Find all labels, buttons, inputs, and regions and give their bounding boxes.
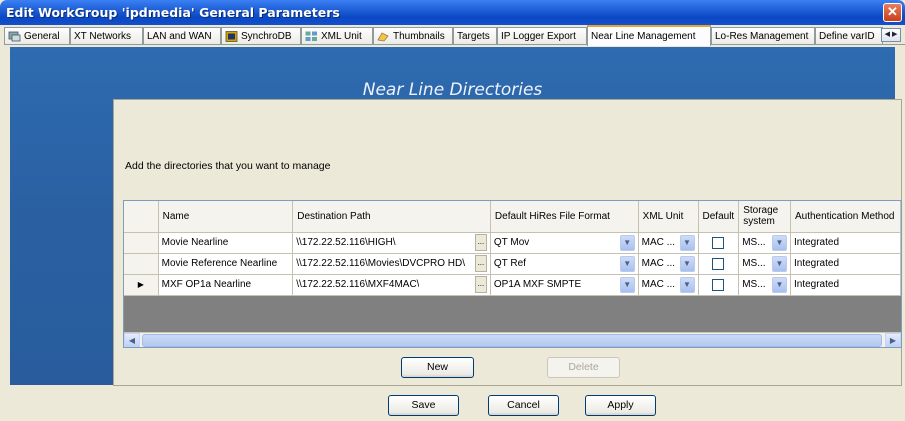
tab-near-line-management[interactable]: Near Line Management — [587, 25, 711, 46]
cancel-button[interactable]: Cancel — [488, 395, 559, 416]
chevron-down-icon[interactable]: ▼ — [619, 234, 635, 251]
general-icon — [8, 31, 21, 41]
cell-authentication[interactable]: Integrated — [790, 274, 901, 296]
new-button[interactable]: New — [401, 357, 474, 378]
cell-storage-system[interactable]: MS... ▼ — [738, 232, 791, 254]
tab-targets[interactable]: Targets — [453, 27, 497, 44]
horizontal-scrollbar[interactable]: ◀ ▶ — [124, 332, 901, 347]
browse-button[interactable]: ... — [474, 276, 487, 293]
cell-default[interactable] — [698, 274, 740, 296]
column-header-authentication-method[interactable]: Authentication Method — [790, 201, 901, 233]
tab-thumbnails[interactable]: Thumbnails — [373, 27, 453, 44]
tab-lo-res-management[interactable]: Lo-Res Management — [711, 27, 815, 44]
tab-scroll-arrows[interactable]: ◀ ▶ — [881, 28, 901, 42]
cell-authentication[interactable]: Integrated — [790, 232, 901, 254]
tab-lan-and-wan[interactable]: LAN and WAN — [143, 27, 221, 44]
tab-define-varid[interactable]: Define varID — [815, 27, 883, 44]
cell-destination-path[interactable]: \\172.22.52.116\MXF4MAC\... — [292, 274, 491, 296]
row-selector[interactable] — [124, 253, 159, 275]
chevron-down-icon[interactable]: ▼ — [679, 234, 695, 251]
row-selector[interactable] — [124, 232, 159, 254]
scroll-right-icon[interactable]: ▶ — [885, 333, 901, 347]
column-header-storage-system[interactable]: Storage system — [738, 201, 791, 233]
cell-name[interactable]: Movie Reference Nearline — [158, 253, 294, 275]
dialog-button-bar: Save Cancel Apply — [0, 386, 905, 421]
directories-grid: Name Destination Path Default HiRes File… — [123, 200, 902, 348]
current-row-indicator[interactable]: ▶ — [124, 274, 159, 296]
cell-xml-unit[interactable]: MAC ... ▼ — [638, 274, 699, 296]
cell-name[interactable]: MXF OP1a Nearline — [158, 274, 294, 296]
xml-unit-icon — [305, 31, 317, 41]
tab-synchrodb[interactable]: SynchroDB — [221, 27, 301, 44]
cell-destination-path[interactable]: \\172.22.52.116\Movies\DVCPRO HD\... — [292, 253, 491, 275]
default-checkbox[interactable] — [712, 257, 725, 270]
default-checkbox[interactable] — [712, 278, 725, 291]
table-row[interactable]: Movie Nearline \\172.22.52.116\HIGH\... … — [124, 232, 901, 254]
cell-name[interactable]: Movie Nearline — [158, 232, 294, 254]
chevron-down-icon[interactable]: ▼ — [619, 276, 635, 293]
cell-authentication[interactable]: Integrated — [790, 253, 901, 275]
tab-general[interactable]: General — [4, 27, 70, 44]
cell-format[interactable]: QT Mov ▼ — [490, 232, 639, 254]
directories-table: Name Destination Path Default HiRes File… — [124, 201, 901, 296]
chevron-down-icon[interactable]: ▼ — [679, 276, 695, 293]
apply-button[interactable]: Apply — [585, 395, 656, 416]
save-button[interactable]: Save — [388, 395, 459, 416]
delete-button[interactable]: Delete — [547, 357, 620, 378]
scroll-left-icon[interactable]: ◀ — [124, 333, 140, 347]
table-row[interactable]: ▶ MXF OP1a Nearline \\172.22.52.116\MXF4… — [124, 274, 901, 296]
browse-button[interactable]: ... — [474, 255, 487, 272]
cell-xml-unit[interactable]: MAC ... ▼ — [638, 253, 699, 275]
title-bar: Edit WorkGroup 'ipdmedia' General Parame… — [0, 0, 905, 25]
instructions-label: Add the directories that you want to man… — [125, 160, 331, 172]
tab-xml-unit[interactable]: XML Unit — [301, 27, 373, 44]
content-area: Add the directories that you want to man… — [113, 99, 902, 386]
chevron-down-icon[interactable]: ▼ — [771, 276, 787, 293]
column-header-xml-unit[interactable]: XML Unit — [638, 201, 699, 233]
column-header-destination-path[interactable]: Destination Path — [292, 201, 491, 233]
cell-default[interactable] — [698, 232, 740, 254]
column-header-default-hires-file-format[interactable]: Default HiRes File Format — [490, 201, 639, 233]
chevron-down-icon[interactable]: ▼ — [619, 255, 635, 272]
scrollbar-thumb[interactable] — [142, 334, 882, 347]
column-header-name[interactable]: Name — [158, 201, 294, 233]
close-button[interactable]: ✕ — [883, 3, 902, 22]
table-row[interactable]: Movie Reference Nearline \\172.22.52.116… — [124, 253, 901, 275]
tab-xt-networks[interactable]: XT Networks — [70, 27, 143, 44]
panel-title: Near Line Directories — [362, 80, 543, 100]
browse-button[interactable]: ... — [474, 234, 487, 251]
synchrodb-icon — [225, 30, 238, 42]
tab-strip: General XT Networks LAN and WAN SynchroD… — [4, 25, 905, 46]
cell-storage-system[interactable]: MS... ▼ — [738, 253, 791, 275]
row-header-corner — [124, 201, 159, 233]
default-checkbox[interactable] — [712, 236, 725, 249]
cell-destination-path[interactable]: \\172.22.52.116\HIGH\... — [292, 232, 491, 254]
tab-ip-logger-export[interactable]: IP Logger Export — [497, 27, 587, 44]
thumbnails-icon — [377, 31, 389, 41]
cell-xml-unit[interactable]: MAC ... ▼ — [638, 232, 699, 254]
cell-default[interactable] — [698, 253, 740, 275]
cell-format[interactable]: OP1A MXF SMPTE ▼ — [490, 274, 639, 296]
cell-storage-system[interactable]: MS... ▼ — [738, 274, 791, 296]
column-header-default[interactable]: Default — [698, 201, 740, 233]
chevron-down-icon[interactable]: ▼ — [771, 255, 787, 272]
chevron-down-icon[interactable]: ▼ — [679, 255, 695, 272]
window-title: Edit WorkGroup 'ipdmedia' General Parame… — [6, 5, 340, 20]
chevron-down-icon[interactable]: ▼ — [771, 234, 787, 251]
cell-format[interactable]: QT Ref ▼ — [490, 253, 639, 275]
